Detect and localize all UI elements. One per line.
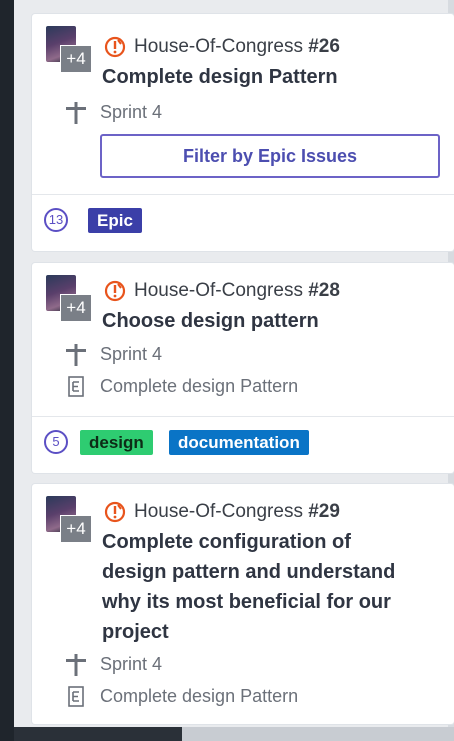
epic-label: Complete design Pattern — [100, 376, 299, 396]
issue-epic-icon — [104, 501, 126, 523]
issue-title[interactable]: Complete design Pattern — [102, 62, 442, 92]
more-assignees-badge: +4 — [60, 45, 92, 73]
epic-document-icon — [68, 376, 84, 398]
issue-card-28[interactable]: +4 House-Of-Congress #28 Choose design p… — [32, 263, 454, 473]
assignee-avatars[interactable]: +4 — [46, 275, 92, 323]
issue-reference[interactable]: House-Of-Congress #26 — [134, 36, 340, 58]
horizontal-scrollbar-thumb[interactable] — [182, 727, 454, 741]
sprint-row[interactable]: Sprint 4 — [62, 344, 163, 367]
epic-row[interactable]: Complete design Pattern — [62, 686, 298, 708]
sprint-row[interactable]: Sprint 4 — [62, 654, 163, 677]
issue-epic-icon — [104, 36, 126, 58]
label-documentation[interactable]: documentation — [169, 430, 309, 455]
epic-label: Complete design Pattern — [100, 686, 299, 706]
issue-number: #26 — [308, 36, 340, 57]
epic-document-icon — [68, 686, 84, 708]
repo-name: House-Of-Congress — [134, 501, 303, 522]
repo-name: House-Of-Congress — [134, 36, 303, 57]
estimate-badge: 13 — [44, 208, 68, 232]
issue-card-29[interactable]: +4 House-Of-Congress #29 Complete config… — [32, 484, 454, 724]
card-footer: 13 Epic — [32, 194, 454, 252]
estimate-badge: 5 — [44, 430, 68, 454]
issue-title-line: Complete configuration of — [102, 531, 351, 553]
repo-name: House-Of-Congress — [134, 280, 303, 301]
issue-reference[interactable]: House-Of-Congress #28 — [134, 280, 340, 302]
issue-card-26[interactable]: +4 House-Of-Congress #26 Complete design… — [32, 14, 454, 251]
issue-title-line: design pattern and understand — [102, 561, 396, 583]
more-assignees-badge: +4 — [60, 515, 92, 543]
milestone-icon — [66, 654, 86, 677]
issue-title[interactable]: Complete configuration of design pattern… — [102, 527, 442, 647]
issue-epic-icon — [104, 280, 126, 302]
card-footer: 5 design documentation — [32, 416, 454, 474]
epic-row[interactable]: Complete design Pattern — [62, 376, 298, 398]
issue-reference[interactable]: House-Of-Congress #29 — [134, 501, 340, 523]
label-epic[interactable]: Epic — [88, 208, 142, 233]
filter-by-epic-issues-button[interactable]: Filter by Epic Issues — [100, 134, 440, 178]
milestone-icon — [66, 102, 86, 125]
left-panel-edge — [0, 0, 14, 741]
assignee-avatars[interactable]: +4 — [46, 26, 92, 74]
label-design[interactable]: design — [80, 430, 153, 455]
more-assignees-badge: +4 — [60, 294, 92, 322]
sprint-label: Sprint 4 — [100, 344, 163, 364]
assignee-avatars[interactable]: +4 — [46, 496, 92, 544]
issue-title-line: why its most beneficial for our — [102, 591, 391, 613]
issue-title[interactable]: Choose design pattern — [102, 306, 442, 336]
issue-number: #29 — [308, 501, 340, 522]
sprint-row[interactable]: Sprint 4 — [62, 102, 163, 125]
issue-number: #28 — [308, 280, 340, 301]
sprint-label: Sprint 4 — [100, 102, 163, 122]
milestone-icon — [66, 344, 86, 367]
sprint-label: Sprint 4 — [100, 654, 163, 674]
issue-title-line: project — [102, 621, 169, 643]
